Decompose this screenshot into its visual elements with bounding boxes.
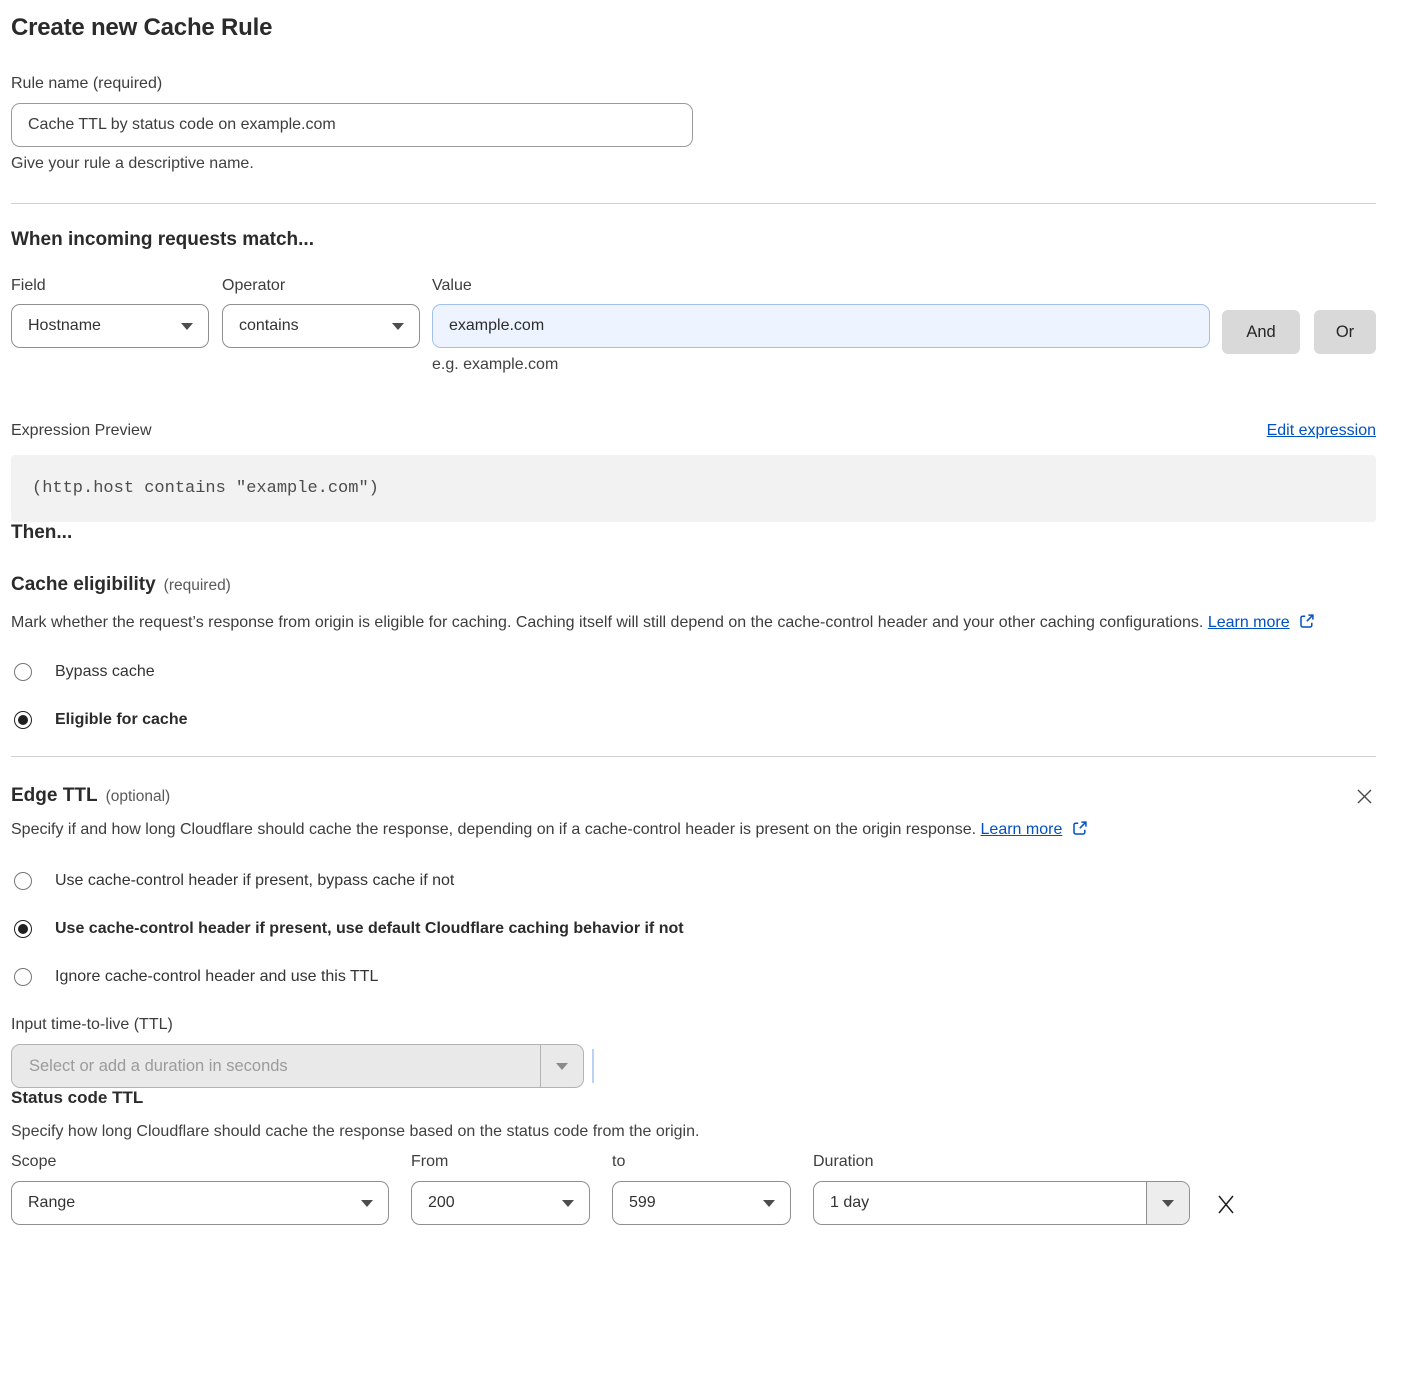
operator-select-value: contains: [239, 317, 299, 335]
scope-select[interactable]: Range: [11, 1181, 389, 1225]
from-select-value: 200: [428, 1194, 455, 1212]
radio-button[interactable]: [14, 968, 32, 986]
rule-name-label: Rule name (required): [11, 75, 1376, 93]
scope-label: Scope: [11, 1153, 389, 1171]
chevron-down-icon: [562, 1200, 574, 1207]
to-label: to: [612, 1153, 791, 1171]
cache-eligibility-options: Bypass cache Eligible for cache: [11, 663, 1376, 729]
edge-ttl-description: Specify if and how long Cloudflare shoul…: [11, 816, 1361, 844]
radio-label: Use cache-control header if present, byp…: [55, 872, 454, 890]
focus-caret: [592, 1049, 594, 1083]
chevron-down-icon: [361, 1200, 373, 1207]
radio-label: Ignore cache-control header and use this…: [55, 968, 378, 986]
from-select[interactable]: 200: [411, 1181, 590, 1225]
condition-buttons: And: [1222, 277, 1300, 354]
duration-label: Duration: [813, 1153, 1190, 1171]
expression-preview-label: Expression Preview: [11, 422, 152, 440]
status-code-ttl-row: Scope Range From 200 to 599 Duration 1 d…: [11, 1153, 1376, 1225]
radio-label: Eligible for cache: [55, 711, 187, 729]
edge-ttl-description-text: Specify if and how long Cloudflare shoul…: [11, 821, 976, 838]
cache-eligibility-description-text: Mark whether the request’s response from…: [11, 614, 1203, 631]
learn-more-link[interactable]: Learn more: [981, 821, 1063, 838]
edge-ttl-heading: Edge TTL: [11, 785, 98, 807]
radio-button[interactable]: [14, 711, 32, 729]
edge-ttl-options: Use cache-control header if present, byp…: [11, 872, 1376, 986]
expression-header: Expression Preview Edit expression: [11, 422, 1376, 440]
ttl-duration-placeholder: Select or add a duration in seconds: [12, 1045, 540, 1087]
rule-name-help: Give your rule a descriptive name.: [11, 155, 1376, 173]
close-icon[interactable]: [1353, 785, 1376, 808]
radio-option[interactable]: Use cache-control header if present, use…: [11, 920, 1376, 938]
from-label: From: [411, 1153, 590, 1171]
chevron-down-icon: [556, 1063, 568, 1070]
radio-button[interactable]: [14, 920, 32, 938]
to-select-value: 599: [629, 1194, 656, 1212]
field-select[interactable]: Hostname: [11, 304, 209, 348]
status-code-ttl-description: Specify how long Cloudflare should cache…: [11, 1123, 1376, 1141]
radio-option[interactable]: Bypass cache: [11, 663, 1376, 681]
radio-option[interactable]: Eligible for cache: [11, 711, 1376, 729]
chevron-down-icon: [763, 1200, 775, 1207]
and-button[interactable]: And: [1222, 310, 1300, 354]
remove-row-icon[interactable]: [1214, 1192, 1238, 1216]
cache-eligibility-heading: Cache eligibility: [11, 574, 156, 596]
scope-select-value: Range: [28, 1194, 75, 1212]
combobox-arrow-button[interactable]: [1146, 1182, 1189, 1224]
learn-more-link[interactable]: Learn more: [1208, 614, 1290, 631]
cache-eligibility-header: Cache eligibility (required): [11, 574, 1376, 596]
or-button[interactable]: Or: [1314, 310, 1376, 354]
value-help: e.g. example.com: [432, 356, 1210, 374]
match-heading: When incoming requests match...: [11, 229, 1376, 251]
edit-expression-link[interactable]: Edit expression: [1267, 422, 1376, 440]
create-cache-rule-form: Create new Cache Rule Rule name (require…: [0, 0, 1412, 1225]
chevron-down-icon: [1162, 1200, 1174, 1207]
then-heading: Then...: [11, 522, 1376, 544]
section-divider: [11, 756, 1376, 757]
chevron-down-icon: [181, 323, 193, 330]
section-divider: [11, 203, 1376, 204]
radio-button[interactable]: [14, 663, 32, 681]
radio-button[interactable]: [14, 872, 32, 890]
rule-name-input[interactable]: [11, 103, 693, 147]
value-label: Value: [432, 277, 1210, 295]
edge-ttl-header: Edge TTL (optional): [11, 785, 1376, 808]
status-code-ttl-heading: Status code TTL: [11, 1088, 1376, 1108]
ttl-input-label: Input time-to-live (TTL): [11, 1016, 1376, 1034]
field-select-value: Hostname: [28, 317, 101, 335]
duration-combobox[interactable]: 1 day: [813, 1181, 1190, 1225]
radio-label: Bypass cache: [55, 663, 155, 681]
expression-code: (http.host contains "example.com"): [11, 455, 1376, 522]
value-input[interactable]: [432, 304, 1210, 348]
page-title: Create new Cache Rule: [11, 14, 1376, 42]
to-select[interactable]: 599: [612, 1181, 791, 1225]
chevron-down-icon: [392, 323, 404, 330]
match-condition-row: Field Hostname Operator contains Value e…: [11, 277, 1376, 374]
required-badge: (required): [164, 577, 231, 595]
duration-value: 1 day: [814, 1182, 1146, 1224]
radio-option[interactable]: Use cache-control header if present, byp…: [11, 872, 1376, 890]
cache-eligibility-description: Mark whether the request’s response from…: [11, 609, 1361, 637]
optional-badge: (optional): [106, 788, 171, 806]
combobox-arrow-button[interactable]: [540, 1045, 583, 1087]
operator-label: Operator: [222, 277, 420, 295]
field-label: Field: [11, 277, 209, 295]
external-link-icon: [1299, 613, 1315, 629]
radio-label: Use cache-control header if present, use…: [55, 920, 684, 938]
radio-option[interactable]: Ignore cache-control header and use this…: [11, 968, 1376, 986]
operator-select[interactable]: contains: [222, 304, 420, 348]
external-link-icon: [1072, 820, 1088, 836]
ttl-duration-combobox[interactable]: Select or add a duration in seconds: [11, 1044, 584, 1088]
